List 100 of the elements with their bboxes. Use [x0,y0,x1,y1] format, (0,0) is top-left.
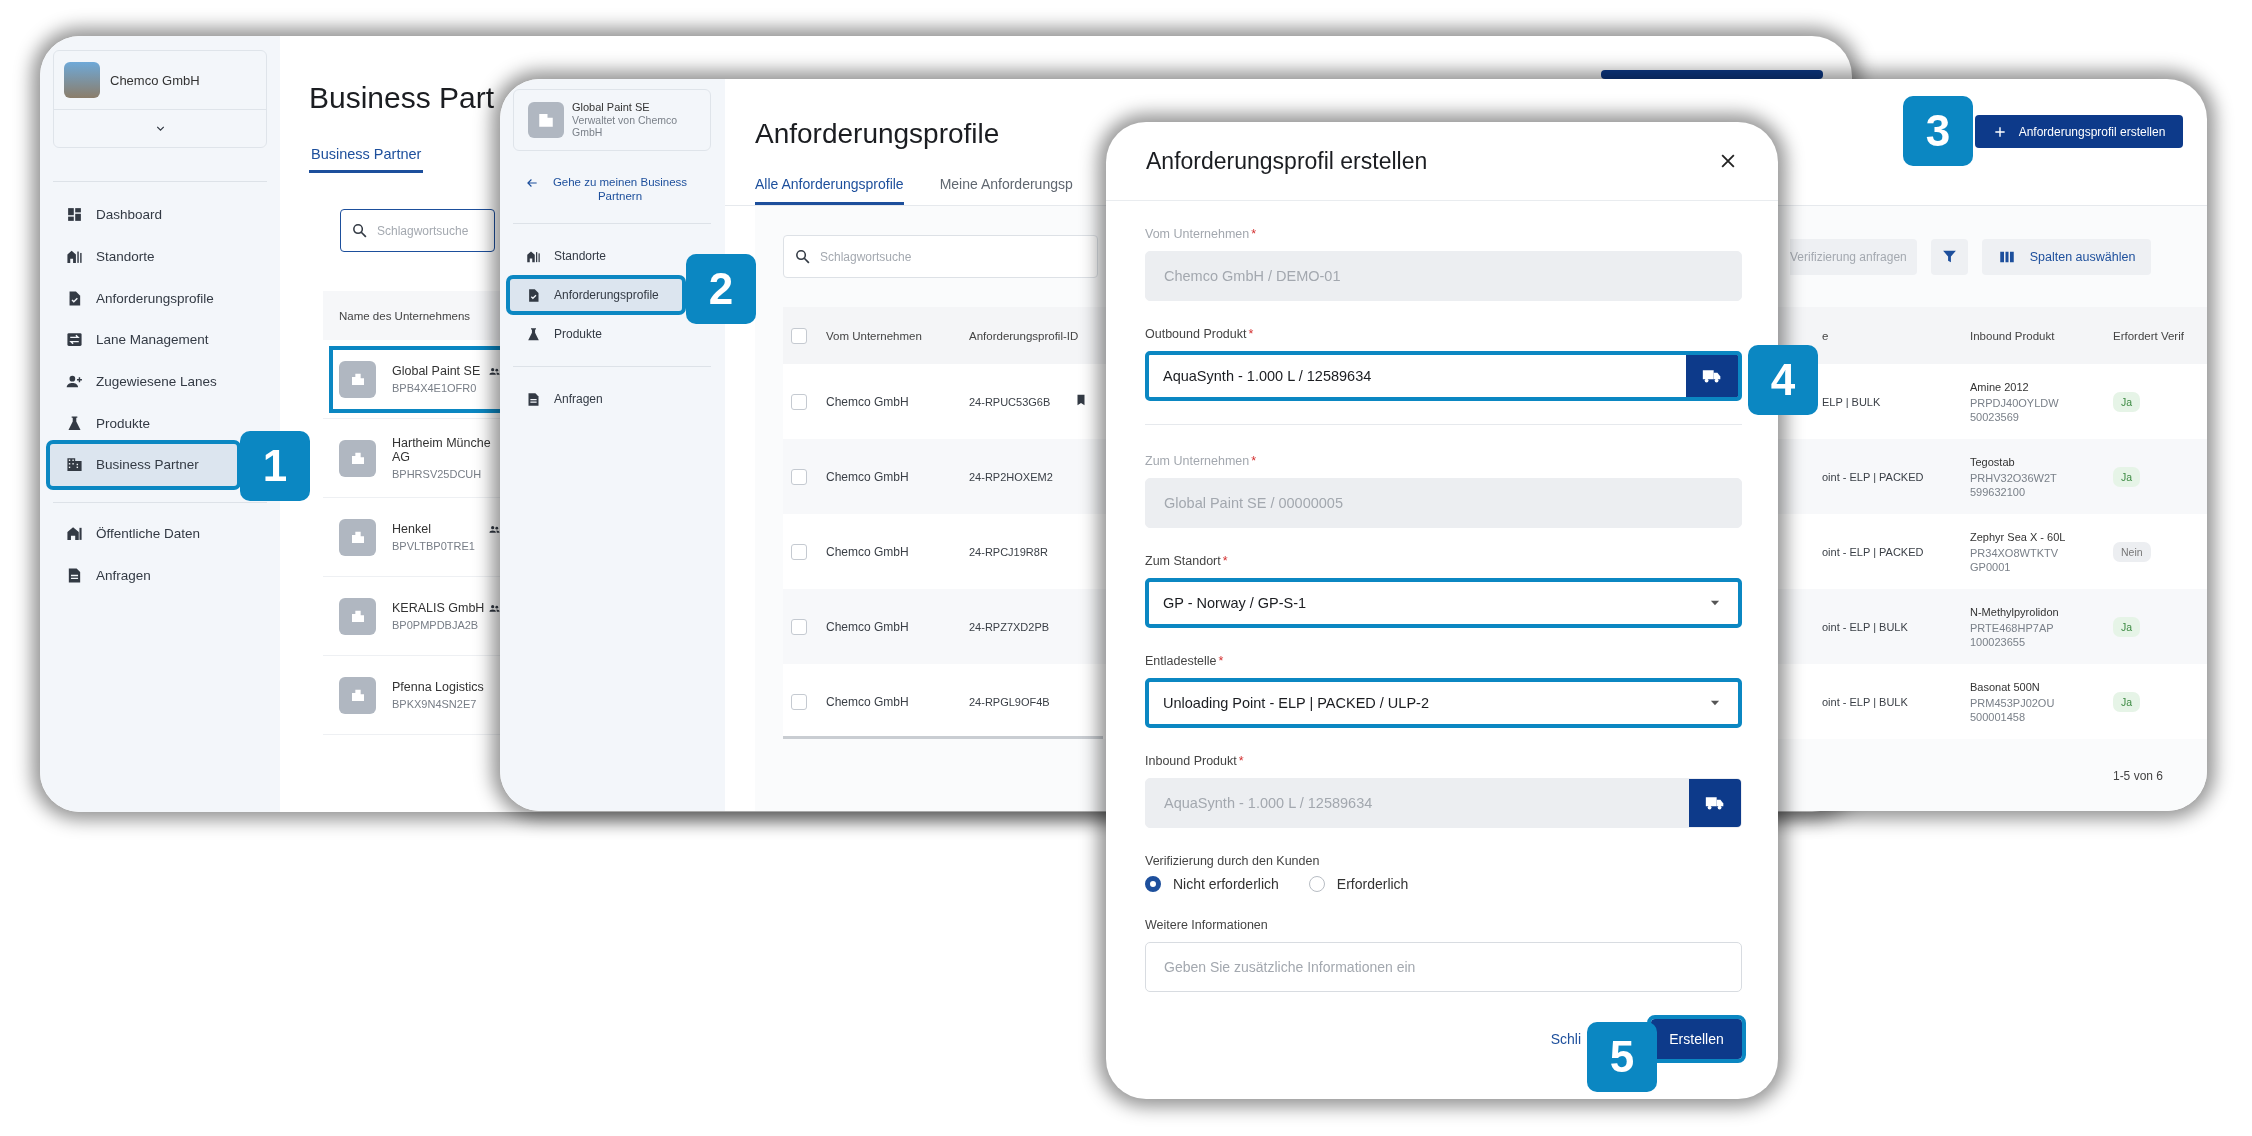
step-number-badge: 3 [1903,96,1973,166]
company-subtitle: Verwaltet von Chemco GmbH [572,113,679,139]
product-id: PRTE468HP7AP [1970,620,2055,635]
field-label: Weitere Informationen [1145,917,1269,934]
document-check-icon [526,287,541,303]
nav-item[interactable]: Anfragen [510,383,682,415]
table-cell-text: Chemco GmbH [826,394,910,409]
partner-name: Hartheim Münche AG [392,436,492,464]
table-cell-text: Chemco GmbH [826,469,910,484]
create-profile-button[interactable]: Anforderungsprofil erstellen [1975,115,2183,148]
filter-button[interactable] [1930,238,1968,275]
table-cell-text: Chemco GmbH [826,619,910,634]
table-cell-text: oint - ELP | PACKED [1822,470,1925,483]
building-avatar-icon [339,676,376,714]
search-icon [351,222,368,239]
step-number-badge: 5 [1587,1022,1657,1092]
checkbox[interactable] [791,327,807,344]
field-label: Zum Unternehmen * [1145,453,1258,470]
product-picker-button[interactable] [1686,355,1738,397]
column-header: Erfordert Verif [2113,329,2185,342]
table-cell-text: Chemco GmbH [826,544,910,559]
product-id: PRPDJ40OYLDW [1970,395,2060,410]
step-number-badge: 4 [1748,345,1818,415]
pagination-text: 1-5 von 6 [2112,769,2163,783]
plus-icon [1992,124,2007,139]
partner-name: Global Paint SE [392,364,481,378]
select-field[interactable]: GP - Norway / GP-S-1 [1145,578,1742,628]
product-name: N-Methylpyrolidon [1970,604,2060,619]
column-header: Vom Unternehmen [826,329,923,342]
column-header: Inbound Produkt [1970,329,2056,342]
search-field[interactable]: Schlagwortsuche [340,209,495,252]
product-number: GP0001 [1970,559,2012,574]
status-badge: Ja [2113,391,2141,412]
checkbox[interactable] [791,393,807,410]
partner-name: Henkel [392,522,431,536]
step-number-badge: 1 [240,431,310,501]
table-cell-text: ELP | BULK [1822,395,1882,408]
field-label: Outbound Produkt * [1145,326,1255,343]
header-button[interactable] [1601,70,1823,79]
nav-item[interactable]: Dashboard [50,194,237,236]
partner-name: KERALIS GmbH [392,601,485,615]
table-cell-text: oint - ELP | BULK [1822,620,1909,633]
nav-item[interactable]: Standorte [510,240,682,272]
column-header: Name des Unternehmens [339,309,471,322]
product-name: Amine 2012 [1970,379,2030,394]
page-title: Business Part [309,80,495,116]
table-cell-text: 24-RPZ7XD2PB [969,620,1051,633]
search-icon [794,248,811,265]
nav-item[interactable]: Standorte [50,235,237,278]
table-cell-text: 24-RP2HOXEM2 [969,470,1054,483]
status-badge: Nein [2113,541,2151,562]
table-cell-text: oint - ELP | PACKED [1822,545,1925,558]
nav-item[interactable]: Anforderungsprofile [50,277,237,320]
nav-item[interactable]: Öffentliche Daten [50,512,237,555]
table-cell-text: 24-RPCJ19R8R [969,545,1049,558]
product-number: 50023569 [1970,409,2020,424]
checkbox[interactable] [791,468,807,485]
status-badge: Ja [2113,691,2141,712]
building-avatar-icon [528,102,564,138]
back-link[interactable]: Gehe zu meinen Business Partnern [513,175,711,203]
grid-icon [66,206,83,224]
company-name: Global Paint SE [572,101,651,114]
nav-item[interactable]: Lane Management [50,319,237,361]
radio-option[interactable]: Nicht erforderlich [1145,876,1279,892]
partner-id: BPKX9N4SN2E7 [392,698,478,710]
file-icon [526,391,541,407]
text-field[interactable]: Geben Sie zusätzliche Informationen ein [1145,942,1742,992]
checkbox[interactable] [791,693,807,710]
input-field[interactable]: AquaSynth - 1.000 L / 12589634 [1145,351,1742,401]
table-cell-text: oint - ELP | BULK [1822,695,1909,708]
product-name: Tegostab [1970,454,2016,469]
product-id: PR34XO8WTKTV [1970,545,2060,560]
dialog-title: Anforderungsprofil erstellen [1146,147,1428,175]
buildings-icon [66,248,83,266]
nav-item[interactable]: Zugewiesene Lanes [50,360,237,403]
table-cell-text: Chemco GmbH [826,694,910,709]
company-name: Chemco GmbH [110,72,200,88]
partner-id: BP0PMPDBJA2B [392,619,480,631]
select-field[interactable]: Unloading Point - ELP | PACKED / ULP-2 [1145,678,1742,728]
company-switcher[interactable]: Chemco GmbH [53,50,267,148]
field-label: Verifizierung durch den Kunden [1145,853,1321,870]
radio-option[interactable]: Erforderlich [1308,876,1409,892]
checkbox[interactable] [791,618,807,635]
arrow-left-icon [525,176,539,190]
tab[interactable]: Meine Anforderungsp [939,165,1073,205]
checkbox[interactable] [791,543,807,560]
field-label: Entladestelle * [1145,653,1225,670]
office-building-icon [66,456,83,474]
product-number: 500001458 [1970,709,2027,724]
nav-item[interactable]: Anfragen [50,554,237,597]
close-link[interactable]: Schli [1550,1031,1581,1047]
tab[interactable]: Business Partner [309,137,424,173]
table-cell-text: 24-RPUC53G6B [969,395,1052,408]
columns-button[interactable]: Spalten auswählen [1981,238,2152,275]
nav-item[interactable]: Produkte [510,318,682,350]
building-avatar-icon [339,518,376,556]
file-icon [66,566,83,584]
nav-item[interactable]: Produkte [50,402,237,445]
product-name: Zephyr Sea X - 60L [1970,529,2067,544]
field-label: Zum Standort * [1145,553,1229,570]
